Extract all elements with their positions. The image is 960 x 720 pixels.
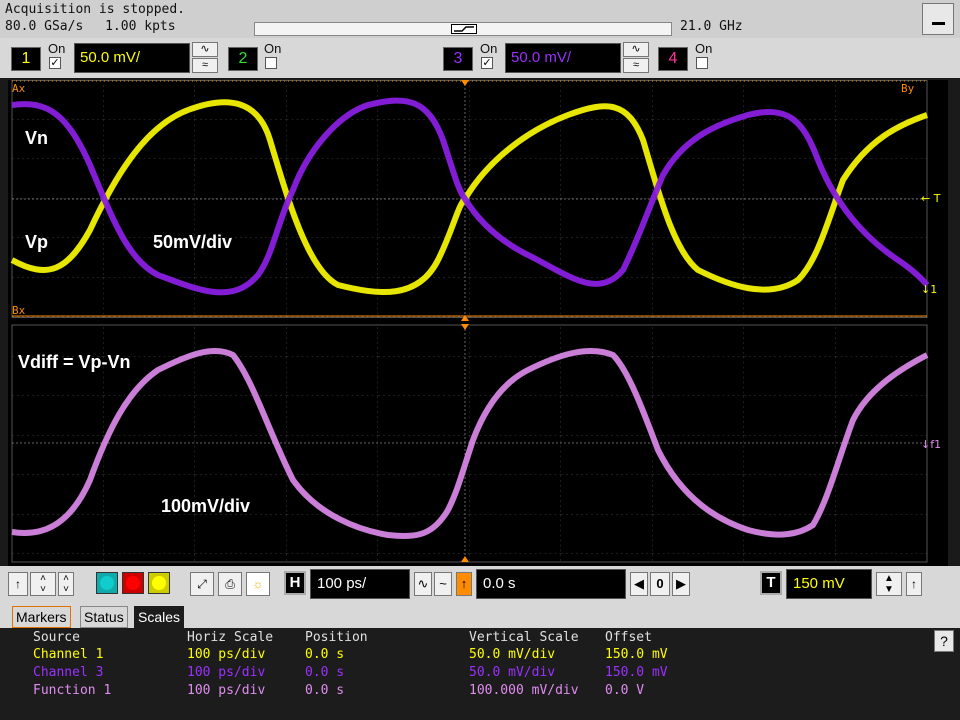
header-position: Position bbox=[305, 630, 368, 645]
channel-2-checkbox[interactable] bbox=[265, 57, 277, 69]
pane-spin-button[interactable]: ˄ ˅ bbox=[58, 572, 74, 596]
channel-1-scale[interactable]: 50.0 mV/ bbox=[74, 43, 190, 73]
channel-4-button[interactable]: 4 bbox=[658, 47, 688, 71]
row-source: Channel 3 bbox=[33, 665, 104, 680]
sample-rate: 80.0 GSa/s bbox=[5, 19, 84, 34]
row-horiz: 100 ps/div bbox=[187, 683, 266, 698]
function-marker[interactable]: ↓f1 bbox=[921, 438, 941, 451]
row-vertical: 100.000 mV/div bbox=[469, 683, 579, 698]
channel-marker[interactable]: ↓1 bbox=[921, 283, 937, 296]
lower-scale-annotation: 100mV/div bbox=[161, 496, 251, 516]
row-horiz: 100 ps/div bbox=[187, 665, 266, 680]
memory-depth: 1.00 kpts bbox=[105, 19, 176, 34]
horizontal-button[interactable]: H bbox=[284, 571, 306, 595]
acquisition-status: Acquisition is stopped. bbox=[5, 2, 186, 17]
trigger-level-field[interactable]: 150 mV bbox=[786, 569, 872, 599]
channel-2-button[interactable]: 2 bbox=[228, 47, 258, 71]
control-bar: ↑ ˄ ˅ ˄ ˅ ⤢ ⎙ ☼ H 100 ps/ ∿ ~ ↑ 0.0 s ◀ 0 … bbox=[0, 566, 960, 604]
minimize-button[interactable] bbox=[922, 3, 954, 35]
row-source: Channel 1 bbox=[33, 647, 104, 662]
channel-1-coupling-ac-button[interactable]: ∿ bbox=[192, 42, 218, 57]
tab-status[interactable]: Status bbox=[80, 606, 128, 628]
header-offset: Offset bbox=[605, 630, 652, 645]
channel-4-on-label: On bbox=[695, 41, 713, 56]
channel-3-scale[interactable]: 50.0 mV/ bbox=[505, 43, 621, 73]
tab-scales[interactable]: Scales bbox=[134, 606, 185, 628]
row-horiz: 100 ps/div bbox=[187, 647, 266, 662]
pane-select-button[interactable]: ˄ ˅ bbox=[30, 572, 56, 596]
row-position: 0.0 s bbox=[305, 665, 345, 680]
tab-markers[interactable]: Markers bbox=[12, 606, 71, 628]
single-button[interactable] bbox=[96, 572, 118, 594]
minimize-icon bbox=[932, 22, 945, 25]
waveform-display[interactable]: ← T ↓1 ↓f1 Ax Bx By Vn Vp 50mV/div Vdiff… bbox=[8, 80, 948, 566]
row-position: 0.0 s bbox=[305, 683, 345, 698]
marker-by-label: By bbox=[901, 82, 915, 95]
horizontal-scale-field[interactable]: 100 ps/ bbox=[310, 569, 410, 599]
vdiff-annotation: Vdiff = Vp-Vn bbox=[18, 352, 131, 372]
trigger-level-spin[interactable]: ▲ ▼ bbox=[876, 572, 902, 596]
row-source: Function 1 bbox=[33, 683, 112, 698]
row-offset: 150.0 mV bbox=[605, 665, 668, 680]
delay-left-button[interactable]: ◀ bbox=[630, 572, 648, 596]
channel-3-button[interactable]: 3 bbox=[443, 47, 473, 71]
horizontal-fine-button[interactable]: ~ bbox=[434, 572, 452, 596]
autoscale-button[interactable]: ⤢ bbox=[190, 572, 214, 596]
horizontal-delay-field[interactable]: 0.0 s bbox=[476, 569, 626, 599]
channel-1-checkbox[interactable]: ✓ bbox=[49, 57, 61, 69]
channel-3-coupling-dc-button[interactable]: ≈ bbox=[623, 58, 649, 73]
vp-annotation: Vp bbox=[25, 232, 49, 252]
delay-reference-button[interactable]: ↑ bbox=[456, 572, 472, 596]
upper-scale-annotation: 50mV/div bbox=[153, 232, 233, 252]
bandwidth: 21.0 GHz bbox=[680, 19, 743, 34]
stop-icon bbox=[126, 576, 140, 590]
scales-table: Source Horiz Scale Position Vertical Sca… bbox=[0, 628, 960, 720]
header-horiz-scale: Horiz Scale bbox=[187, 630, 274, 645]
waveform-graticule: ← T ↓1 ↓f1 bbox=[10, 80, 941, 563]
single-icon bbox=[100, 576, 114, 590]
row-offset: 0.0 V bbox=[605, 683, 645, 698]
channel-bar: 1 On ✓ 50.0 mV/ ∿ ≈ 2 On 3 On ✓ 50.0 mV/… bbox=[0, 38, 960, 78]
channel-3-coupling-ac-button[interactable]: ∿ bbox=[623, 42, 649, 57]
trigger-button[interactable]: T bbox=[760, 571, 782, 595]
tab-bar: Markers Status Scales bbox=[0, 604, 960, 628]
run-button[interactable] bbox=[148, 572, 170, 594]
memory-window[interactable] bbox=[451, 24, 477, 34]
row-vertical: 50.0 mV/div bbox=[469, 665, 556, 680]
marker-bx-label: Bx bbox=[12, 304, 26, 317]
trigger-up-button[interactable]: ↑ bbox=[906, 572, 922, 596]
memory-bar[interactable] bbox=[254, 22, 672, 36]
row-position: 0.0 s bbox=[305, 647, 345, 662]
trigger-level-marker[interactable]: ← T bbox=[921, 192, 941, 205]
help-button[interactable]: ? bbox=[934, 630, 954, 652]
channel-2-on-label: On bbox=[264, 41, 282, 56]
header-source: Source bbox=[33, 630, 80, 645]
channel-1-button[interactable]: 1 bbox=[11, 47, 41, 71]
run-icon bbox=[152, 576, 166, 590]
horizontal-coarse-button[interactable]: ∿ bbox=[414, 572, 432, 596]
channel-3-checkbox[interactable]: ✓ bbox=[481, 57, 493, 69]
vn-annotation: Vn bbox=[25, 128, 49, 148]
marker-ax-label: Ax bbox=[12, 82, 26, 95]
channel-1-coupling-dc-button[interactable]: ≈ bbox=[192, 58, 218, 73]
channel-1-on-label: On bbox=[48, 41, 66, 56]
delay-right-button[interactable]: ▶ bbox=[672, 572, 690, 596]
brightness-button[interactable]: ☼ bbox=[246, 572, 270, 596]
row-offset: 150.0 mV bbox=[605, 647, 668, 662]
print-button[interactable]: ⎙ bbox=[218, 572, 242, 596]
stop-button[interactable] bbox=[122, 572, 144, 594]
status-bar: Acquisition is stopped. 80.0 GSa/s 1.00 … bbox=[0, 0, 960, 38]
channel-4-checkbox[interactable] bbox=[696, 57, 708, 69]
delay-zero-button[interactable]: 0 bbox=[650, 572, 670, 596]
pane-up-button[interactable]: ↑ bbox=[8, 572, 28, 596]
header-vertical-scale: Vertical Scale bbox=[469, 630, 579, 645]
row-vertical: 50.0 mV/div bbox=[469, 647, 556, 662]
trigger-icon bbox=[454, 26, 474, 32]
channel-3-on-label: On bbox=[480, 41, 498, 56]
